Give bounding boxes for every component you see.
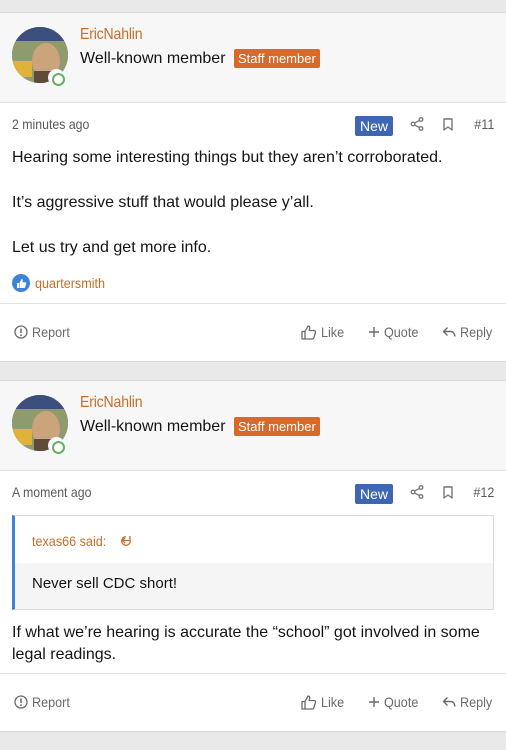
reaction-user[interactable]: quartersmith [35, 275, 105, 291]
new-badge: New [354, 116, 393, 136]
online-icon [48, 437, 65, 454]
report-icon [14, 695, 28, 709]
online-icon [48, 69, 65, 86]
like-label: Like [321, 324, 345, 340]
share-icon[interactable] [410, 485, 424, 499]
staff-badge: Staff member [234, 417, 320, 436]
bookmark-icon[interactable] [443, 118, 453, 131]
quote-jump-icon[interactable] [120, 534, 132, 546]
post-11: EricNahlin Well-known member Staff membe… [0, 12, 506, 362]
quote-text: Never sell CDC short! [15, 563, 493, 609]
user-title: Well-known member [80, 418, 226, 435]
quote-icon [369, 327, 379, 337]
reaction-like-icon [12, 274, 30, 292]
quote-icon [369, 697, 379, 707]
reply-icon [442, 327, 456, 337]
report-button[interactable]: Report [14, 324, 74, 340]
username[interactable]: EricNahlin [80, 394, 143, 412]
like-button[interactable]: Like [301, 694, 347, 710]
reply-button[interactable]: Reply [442, 324, 496, 340]
reply-label: Reply [460, 324, 493, 340]
report-button[interactable]: Report [14, 694, 74, 710]
post-12: EricNahlin Well-known member Staff membe… [0, 380, 506, 732]
quote-label: Quote [384, 694, 419, 710]
post-paragraph: Let us try and get more info. [12, 239, 212, 256]
share-icon[interactable] [410, 117, 424, 131]
post-paragraph: Hearing some interesting things but they… [12, 149, 443, 166]
report-icon [14, 325, 28, 339]
post-footer: Report Like Quote Reply [0, 673, 506, 731]
post-body: Hearing some interesting things but they… [0, 147, 506, 259]
user-title: Well-known member [80, 50, 226, 67]
like-label: Like [321, 694, 345, 710]
quote-block: texas66 said: Never sell CDC short! [12, 515, 494, 610]
reactions-bar[interactable]: quartersmith [0, 271, 506, 295]
post-number[interactable]: #12 [473, 484, 494, 500]
username[interactable]: EricNahlin [80, 26, 143, 44]
post-time[interactable]: 2 minutes ago [12, 116, 89, 132]
quote-author[interactable]: texas66 said: [32, 533, 106, 549]
post-meta: A moment ago New #12 [0, 471, 506, 515]
reply-button[interactable]: Reply [442, 694, 496, 710]
bookmark-icon[interactable] [443, 486, 453, 499]
like-icon [301, 324, 317, 340]
quote-label: Quote [384, 324, 419, 340]
post-paragraph: If what we’re hearing is accurate the “s… [12, 624, 480, 663]
report-label: Report [32, 694, 70, 710]
reply-label: Reply [460, 694, 493, 710]
quote-button[interactable]: Quote [368, 694, 422, 710]
post-footer: Report Like Quote Reply [0, 303, 506, 361]
post-number[interactable]: #11 [474, 116, 494, 132]
post-meta: 2 minutes ago New #11 [0, 103, 506, 147]
like-icon [301, 694, 317, 710]
like-button[interactable]: Like [301, 324, 347, 340]
post-paragraph: It’s aggressive stuff that would please … [12, 194, 314, 211]
report-label: Report [32, 324, 70, 340]
post-body: If what we’re hearing is accurate the “s… [0, 622, 506, 666]
quote-button[interactable]: Quote [368, 324, 422, 340]
new-badge: New [354, 484, 393, 504]
post-author-header: EricNahlin Well-known member Staff membe… [0, 13, 506, 103]
staff-badge: Staff member [234, 49, 320, 68]
quote-header[interactable]: texas66 said: [15, 516, 493, 563]
post-author-header: EricNahlin Well-known member Staff membe… [0, 381, 506, 471]
reply-icon [442, 697, 456, 707]
post-time[interactable]: A moment ago [12, 484, 91, 500]
